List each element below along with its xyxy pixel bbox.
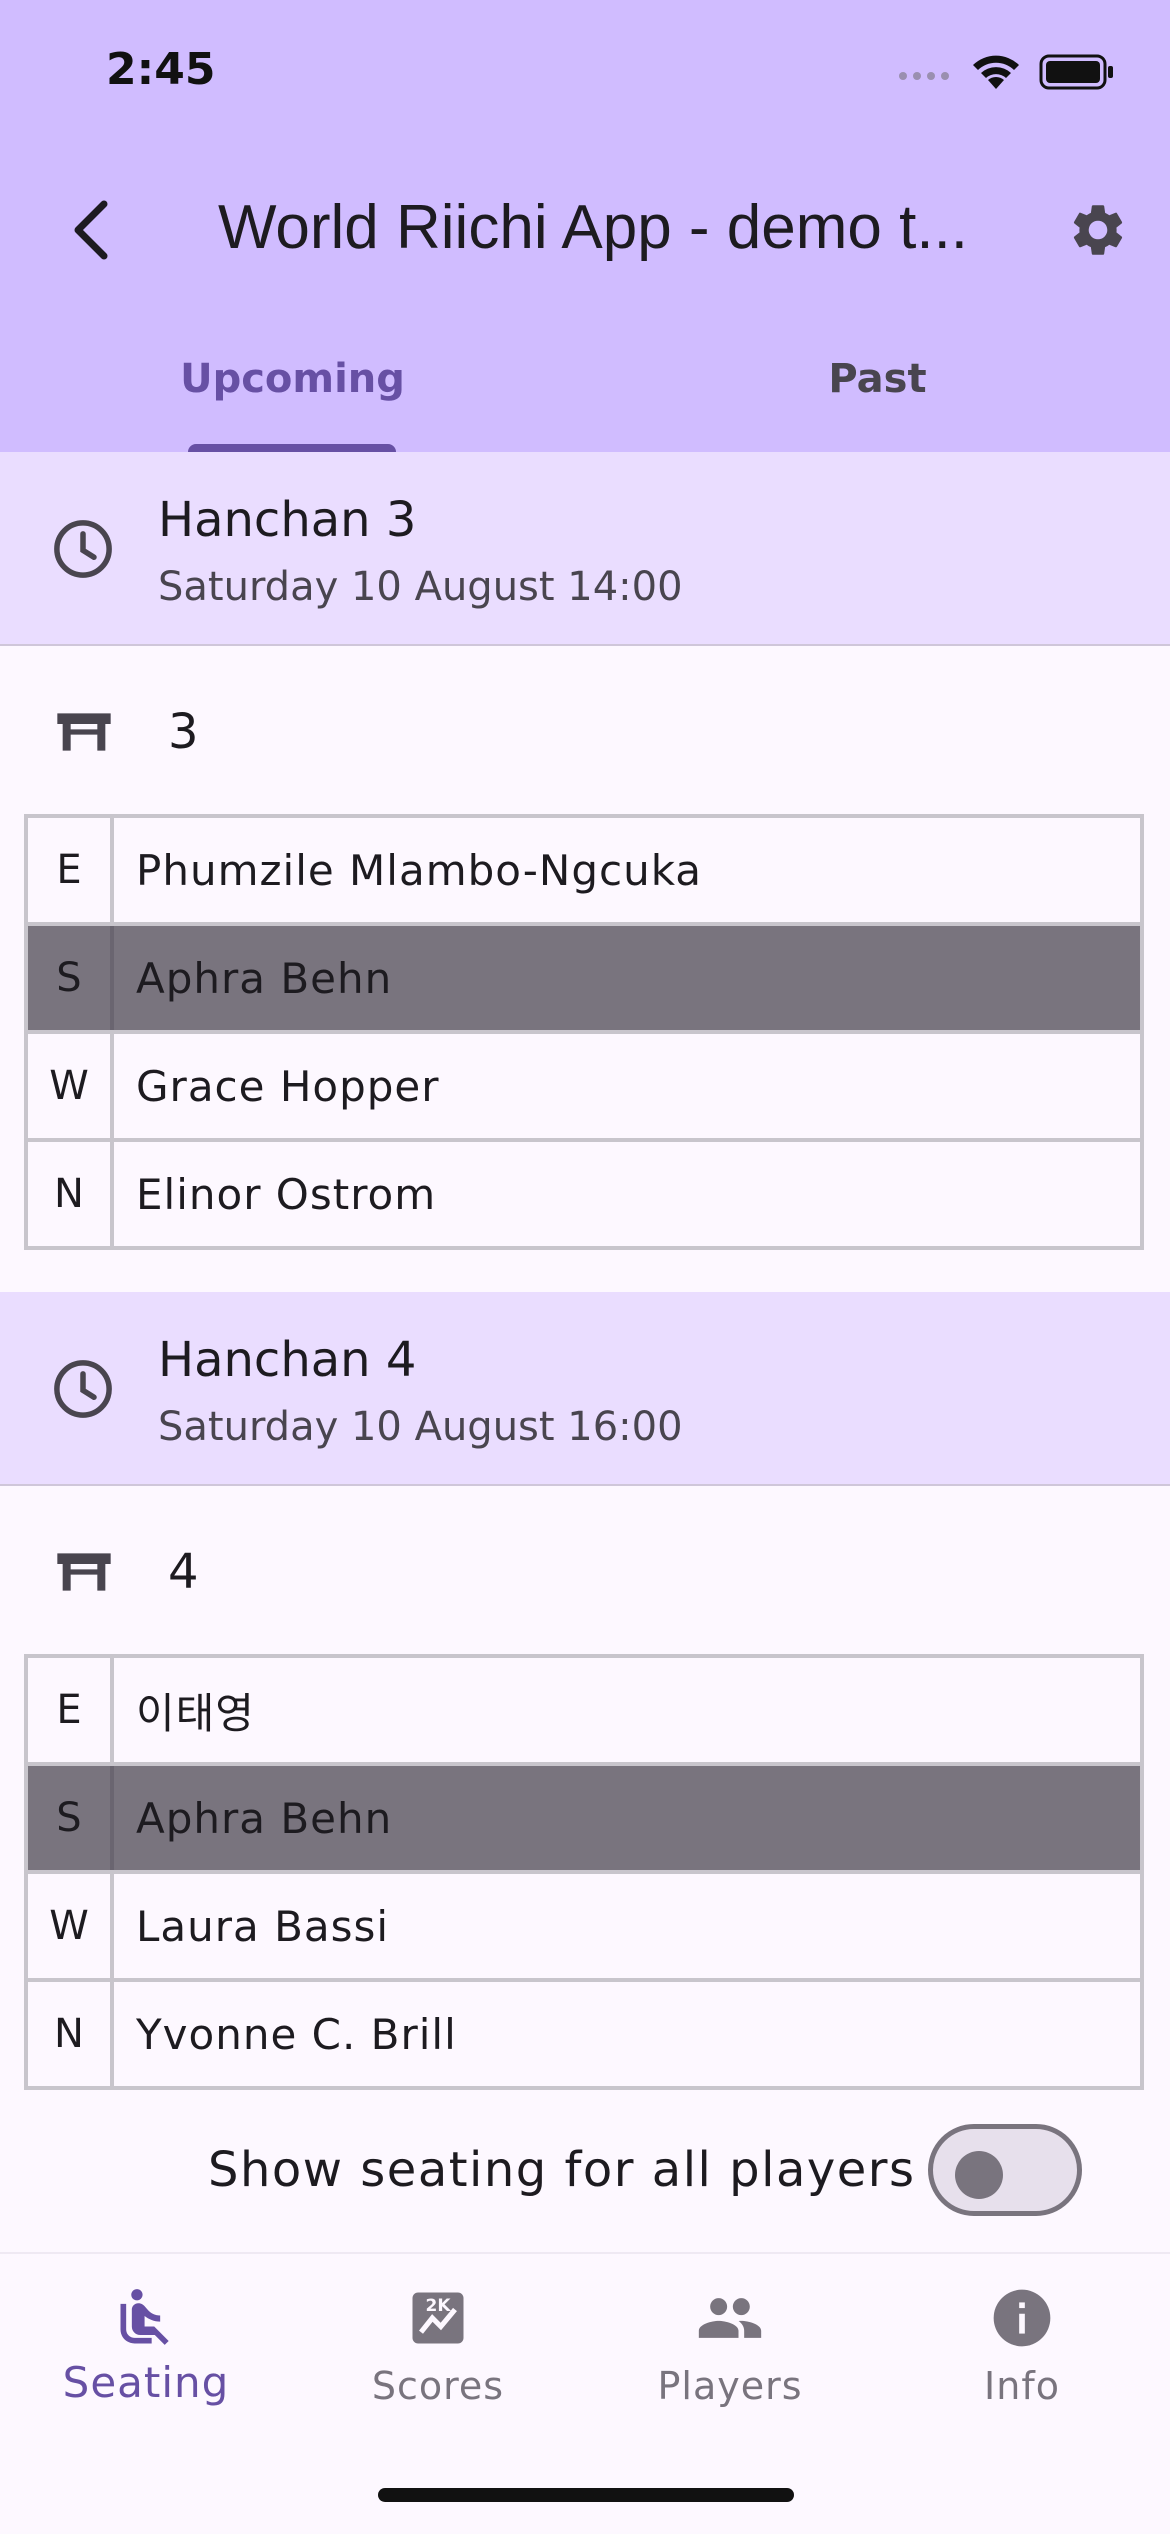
wifi-icon	[973, 55, 1019, 89]
round-header: Hanchan 3 Saturday 10 August 14:00	[0, 452, 1170, 646]
nav-players[interactable]: Players	[584, 2254, 876, 2454]
nav-seating-label: Seating	[62, 2358, 230, 2407]
back-button[interactable]	[50, 190, 130, 270]
table-row-highlighted: S Aphra Behn	[28, 926, 1140, 1034]
home-indicator	[378, 2488, 794, 2502]
seat-wind: E	[28, 1658, 114, 1762]
player-name: Phumzile Mlambo-Ngcuka	[136, 845, 703, 895]
table-row: N Elinor Ostrom	[28, 1142, 1140, 1246]
table-number: 4	[168, 1544, 199, 1600]
tab-bar: Upcoming Past	[0, 340, 1170, 452]
toggle-knob	[955, 2151, 1003, 2199]
table-heading: 4	[0, 1520, 1170, 1624]
settings-button[interactable]	[1058, 190, 1138, 270]
seating-table: E 이태영 S Aphra Behn W Laura Bassi N Yvonn…	[24, 1654, 1144, 2090]
round-title: Hanchan 4	[158, 1332, 417, 1388]
clock-icon	[54, 520, 112, 578]
nav-info[interactable]: Info	[876, 2254, 1168, 2454]
table-row: W Grace Hopper	[28, 1034, 1140, 1142]
nav-scores[interactable]: 2K Scores	[292, 2254, 584, 2454]
player-name: Elinor Ostrom	[136, 1169, 437, 1219]
battery-icon	[1039, 54, 1113, 90]
people-icon	[698, 2298, 762, 2338]
app-bar: World Riichi App - demo t...	[0, 170, 1170, 290]
show-all-seating-row: Show seating for all players	[0, 2118, 1170, 2226]
status-icons	[897, 52, 1115, 92]
show-all-seating-toggle[interactable]	[928, 2124, 1082, 2216]
status-time: 2:45	[106, 44, 216, 95]
svg-text:2K: 2K	[425, 2296, 451, 2316]
table-row: W Laura Bassi	[28, 1874, 1140, 1982]
seat-wind: W	[28, 1034, 114, 1138]
round-time: Saturday 10 August 16:00	[158, 1404, 683, 1450]
table-row-highlighted: S Aphra Behn	[28, 1766, 1140, 1874]
player-name: Aphra Behn	[136, 953, 393, 1003]
player-name: Aphra Behn	[136, 1793, 393, 1843]
round-header: Hanchan 4 Saturday 10 August 16:00	[0, 1292, 1170, 1486]
table-row: N Yvonne C. Brill	[28, 1982, 1140, 2086]
seat-wind: N	[28, 1982, 114, 2086]
header: 2:45 World Riichi App - demo t... Upcomi…	[0, 0, 1170, 452]
gear-icon	[1073, 205, 1123, 255]
player-name: Grace Hopper	[136, 1061, 440, 1111]
player-name: Yvonne C. Brill	[136, 2009, 457, 2059]
nav-info-label: Info	[984, 2364, 1060, 2408]
seat-wind: S	[28, 1766, 114, 1870]
seat-wind: N	[28, 1142, 114, 1246]
player-name: 이태영	[136, 1688, 255, 1738]
table-icon	[57, 713, 111, 751]
info-icon	[993, 2289, 1051, 2347]
table-heading: 3	[0, 680, 1170, 784]
tab-upcoming[interactable]: Upcoming	[0, 340, 585, 452]
round-time: Saturday 10 August 14:00	[158, 564, 683, 610]
app-title: World Riichi App - demo t...	[218, 193, 969, 262]
seat-wind: S	[28, 926, 114, 1030]
nav-seating[interactable]: Seating	[0, 2254, 292, 2454]
seating-table: E Phumzile Mlambo-Ngcuka S Aphra Behn W …	[24, 814, 1144, 1250]
round-title: Hanchan 3	[158, 492, 417, 548]
signal-icon	[899, 72, 949, 80]
nav-players-label: Players	[657, 2364, 803, 2408]
clock-icon	[54, 1360, 112, 1418]
table-row: E 이태영	[28, 1658, 1140, 1766]
show-all-seating-label: Show seating for all players	[208, 2142, 916, 2198]
back-arrow-icon	[74, 200, 108, 260]
tab-indicator	[188, 444, 396, 452]
table-row: E Phumzile Mlambo-Ngcuka	[28, 818, 1140, 926]
seat-icon	[120, 2289, 169, 2345]
seat-wind: W	[28, 1874, 114, 1978]
seat-wind: E	[28, 818, 114, 922]
table-icon	[57, 1553, 111, 1591]
nav-scores-label: Scores	[371, 2364, 505, 2408]
scores-icon: 2K	[412, 2292, 464, 2344]
player-name: Laura Bassi	[136, 1901, 390, 1951]
table-number: 3	[168, 704, 199, 760]
tab-past[interactable]: Past	[585, 340, 1170, 452]
